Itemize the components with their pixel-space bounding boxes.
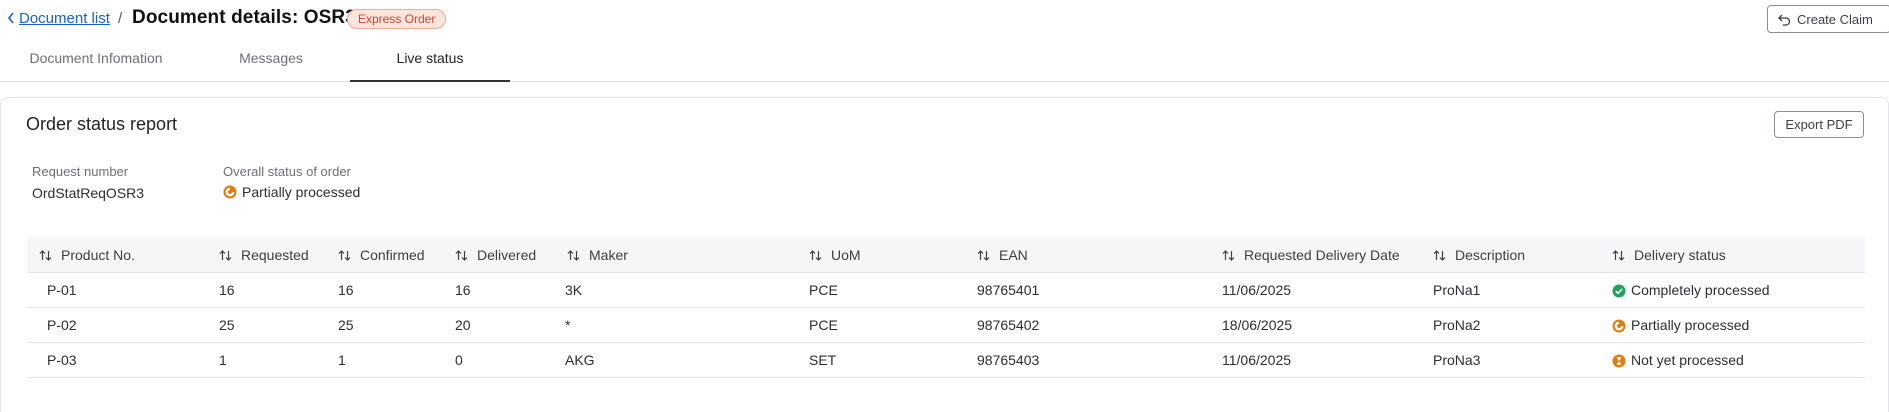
column-label: Description [1455, 247, 1526, 263]
tab-document-information[interactable]: Document Infomation [0, 42, 192, 82]
sort-icon [977, 249, 990, 261]
express-order-badge: Express Order [347, 9, 447, 29]
order-items-table: Product No. Requested Confirmed Delivere… [27, 237, 1865, 378]
column-label: Delivery status [1634, 247, 1726, 263]
cell-ean: 98765402 [977, 317, 1040, 333]
card-title: Order status report [26, 114, 178, 134]
column-label: Confirmed [360, 247, 425, 263]
cell-delivered: 20 [455, 317, 471, 333]
column-label: Maker [589, 247, 628, 263]
column-header-description[interactable]: Description [1433, 237, 1525, 273]
cell-uom: PCE [809, 282, 838, 298]
cell-confirmed: 25 [338, 317, 354, 333]
cell-delivery-status: Partially processed [1612, 308, 1749, 343]
column-label: Product No. [61, 247, 135, 263]
cell-delivered: 16 [455, 282, 471, 298]
sort-icon [1612, 249, 1625, 261]
cell-uom: SET [809, 352, 837, 368]
overall-status: Partially processed [223, 184, 360, 200]
cell-maker: 3K [565, 282, 583, 298]
sort-icon [455, 249, 468, 261]
cell-product: P-03 [47, 352, 77, 368]
table-row: P-02 25 25 20 * PCE 98765402 18/06/2025 … [27, 308, 1865, 343]
sort-icon [809, 249, 822, 261]
cell-delivery-status: Completely processed [1612, 273, 1770, 308]
delivery-status-text: Partially processed [1631, 317, 1750, 333]
column-header-uom[interactable]: UoM [809, 237, 861, 273]
cell-uom: PCE [809, 317, 838, 333]
create-claim-button[interactable]: Create Claim [1767, 5, 1889, 33]
partial-status-icon [223, 185, 237, 199]
overall-status-value: Partially processed [242, 184, 361, 200]
column-label: Delivered [477, 247, 537, 263]
sort-icon [338, 249, 351, 261]
request-number-value: OrdStatReqOSR3 [32, 185, 145, 201]
column-label: EAN [999, 247, 1028, 263]
undo-arrow-icon [1778, 14, 1791, 26]
column-label: Requested [241, 247, 309, 263]
overall-status-label: Overall status of order [223, 164, 351, 179]
delivery-status-text: Not yet processed [1631, 352, 1744, 368]
column-header-ean[interactable]: EAN [977, 237, 1028, 273]
export-pdf-button[interactable]: Export PDF [1774, 111, 1864, 138]
cell-requested: 1 [219, 352, 227, 368]
request-number-label: Request number [32, 164, 129, 179]
cell-maker: AKG [565, 352, 595, 368]
cell-date: 18/06/2025 [1222, 317, 1293, 333]
cell-product: P-02 [47, 317, 77, 333]
table-row: P-01 16 16 16 3K PCE 98765401 11/06/2025… [27, 273, 1865, 308]
tab-messages[interactable]: Messages [192, 42, 350, 82]
cell-confirmed: 1 [338, 352, 346, 368]
tab-live-status[interactable]: Live status [350, 42, 510, 82]
chevron-left-icon[interactable] [6, 10, 16, 26]
page-title: Document details: OSR3 [132, 7, 356, 28]
page-header: Document list / Document details: OSR3 E… [0, 0, 1889, 38]
column-header-delivered[interactable]: Delivered [455, 237, 536, 273]
tab-bar: Document Infomation Messages Live status [0, 42, 1889, 82]
cell-date: 11/06/2025 [1222, 282, 1292, 298]
cell-date: 11/06/2025 [1222, 352, 1292, 368]
cell-description: ProNa3 [1433, 352, 1481, 368]
column-label: Requested Delivery Date [1244, 247, 1400, 263]
cell-description: ProNa1 [1433, 282, 1481, 298]
cell-product: P-01 [47, 282, 77, 298]
table-row: P-03 1 1 0 AKG SET 98765403 11/06/2025 P… [27, 343, 1865, 378]
cell-requested: 16 [219, 282, 235, 298]
column-header-requested[interactable]: Requested [219, 237, 309, 273]
delivery-status-text: Completely processed [1631, 282, 1770, 298]
column-header-requested-delivery-date[interactable]: Requested Delivery Date [1222, 237, 1400, 273]
create-claim-label: Create Claim [1797, 11, 1873, 27]
cell-delivered: 0 [455, 352, 463, 368]
column-header-delivery-status[interactable]: Delivery status [1612, 237, 1726, 273]
sort-icon [39, 249, 52, 261]
column-header-maker[interactable]: Maker [567, 237, 628, 273]
order-status-card: Order status report Export PDF Request n… [0, 97, 1889, 412]
sort-icon [219, 249, 232, 261]
cell-confirmed: 16 [338, 282, 354, 298]
breadcrumb-document-list-link[interactable]: Document list [19, 10, 110, 27]
column-header-confirmed[interactable]: Confirmed [338, 237, 425, 273]
partial-status-icon [1612, 319, 1626, 332]
column-header-product-no[interactable]: Product No. [39, 237, 135, 273]
cell-requested: 25 [219, 317, 235, 333]
sort-icon [1222, 249, 1235, 261]
cell-description: ProNa2 [1433, 317, 1481, 333]
column-label: UoM [831, 247, 861, 263]
table-header: Product No. Requested Confirmed Delivere… [27, 237, 1865, 273]
cell-ean: 98765403 [977, 352, 1040, 368]
sort-icon [1433, 249, 1446, 261]
breadcrumb-separator: / [118, 10, 123, 27]
cell-ean: 98765401 [977, 282, 1040, 298]
hourglass-icon [1612, 354, 1626, 367]
check-circle-icon [1612, 284, 1626, 297]
cell-maker: * [565, 317, 571, 333]
sort-icon [567, 249, 580, 261]
cell-delivery-status: Not yet processed [1612, 343, 1744, 378]
